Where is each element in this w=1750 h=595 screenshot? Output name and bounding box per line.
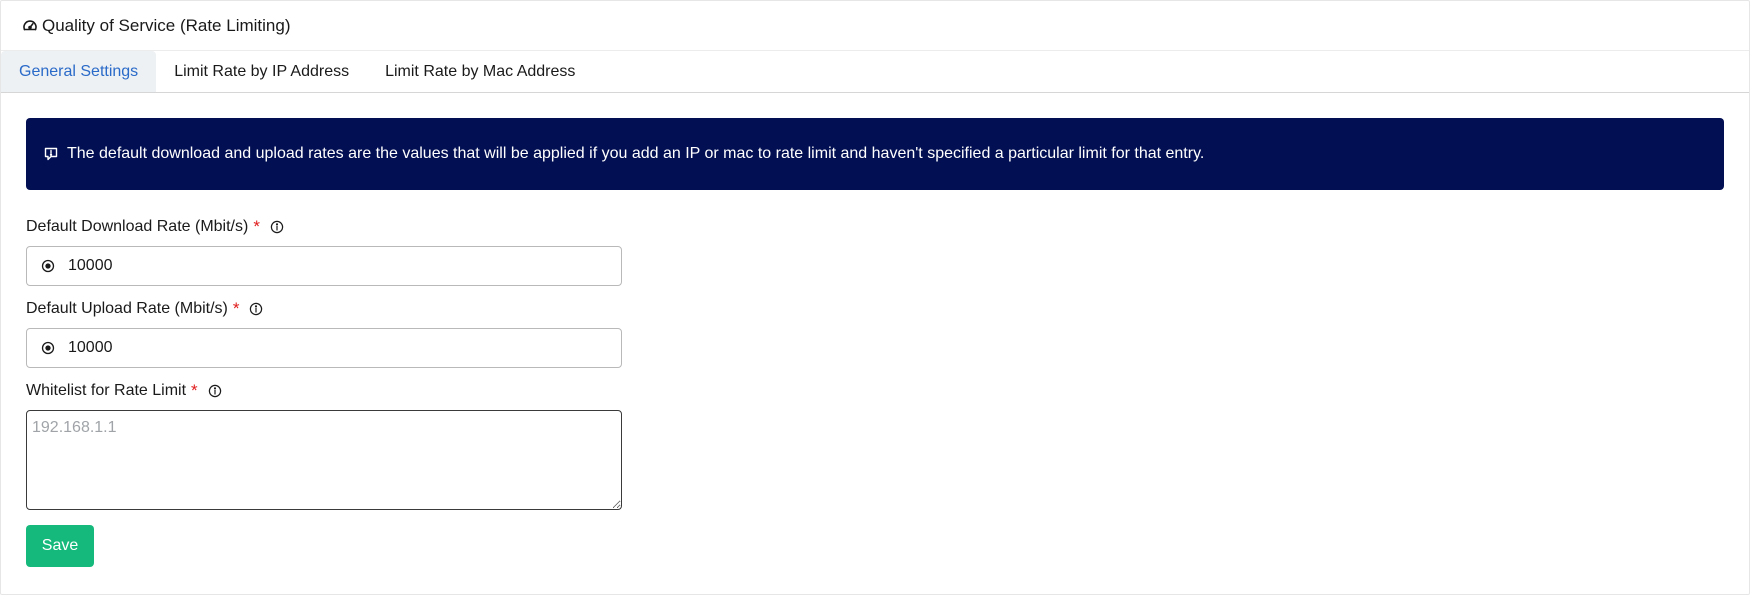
required-marker: * [191,381,198,400]
whitelist-field: Whitelist for Rate Limit * [26,381,1724,510]
upload-rate-field: Default Upload Rate (Mbit/s) * [26,299,1724,368]
save-button[interactable]: Save [26,525,94,567]
tab-limit-rate-by-ip[interactable]: Limit Rate by IP Address [156,51,367,92]
download-rate-input[interactable] [68,257,568,275]
tab-general-settings[interactable]: General Settings [1,51,157,92]
comment-info-icon [43,146,59,162]
info-circle-icon[interactable] [208,384,222,398]
panel-header: Quality of Service (Rate Limiting) [1,1,1749,51]
download-rate-field: Default Download Rate (Mbit/s) * [26,217,1724,286]
whitelist-textarea[interactable] [26,410,622,510]
info-alert: The default download and upload rates ar… [26,118,1724,190]
whitelist-label-row: Whitelist for Rate Limit * [26,381,1724,401]
upload-rate-label-row: Default Upload Rate (Mbit/s) * [26,299,1724,319]
download-rate-label: Default Download Rate (Mbit/s) [26,218,249,235]
tab-content: The default download and upload rates ar… [1,93,1749,567]
info-text: The default download and upload rates ar… [67,145,1205,162]
upload-rate-input-group [26,328,622,368]
speedometer-icon [22,18,38,34]
tab-limit-rate-by-mac[interactable]: Limit Rate by Mac Address [367,51,593,92]
page-title: Quality of Service (Rate Limiting) [42,15,291,35]
info-circle-icon[interactable] [249,302,263,316]
whitelist-label: Whitelist for Rate Limit [26,382,187,399]
tab-bar: General Settings Limit Rate by IP Addres… [1,51,1749,93]
download-rate-input-group [26,246,622,286]
qos-panel: Quality of Service (Rate Limiting) Gener… [0,0,1750,595]
upload-rate-label: Default Upload Rate (Mbit/s) [26,300,228,317]
info-circle-icon[interactable] [270,220,284,234]
radio-target-icon [40,340,56,356]
required-marker: * [232,299,240,318]
radio-target-icon [40,258,56,274]
upload-rate-input[interactable] [68,339,568,357]
required-marker: * [253,217,260,236]
download-rate-label-row: Default Download Rate (Mbit/s) * [26,217,1724,237]
